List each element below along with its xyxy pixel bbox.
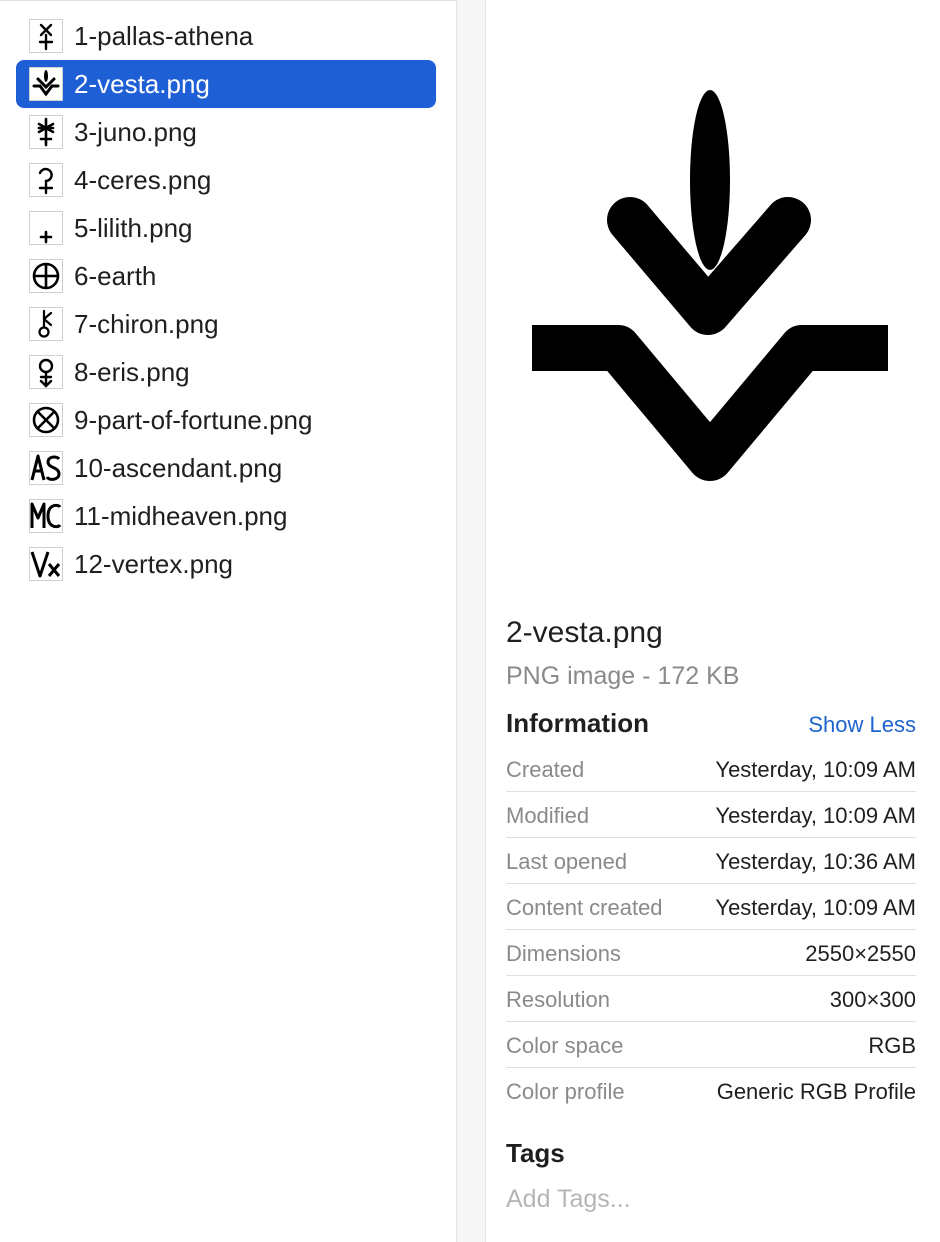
file-row-5-lilith[interactable]: 5-lilith.png <box>16 204 436 252</box>
file-name: 6-earth <box>74 261 157 291</box>
file-list: 1-pallas-athena 2-vesta.png 3-juno.png 4… <box>0 0 456 1242</box>
chiron-glyph-icon <box>29 307 63 341</box>
info-label: Dimensions <box>506 941 621 966</box>
info-value: Yesterday, 10:09 AM <box>715 895 916 920</box>
file-name: 10-ascendant.png <box>74 453 283 483</box>
info-label: Color profile <box>506 1079 625 1104</box>
info-label: Modified <box>506 803 590 828</box>
pallas-athena-glyph-icon <box>29 19 63 53</box>
vesta-glyph-preview <box>530 80 892 500</box>
info-label: Resolution <box>506 987 610 1012</box>
file-row-11-midheaven[interactable]: 11-midheaven.png <box>16 492 436 540</box>
info-value: Yesterday, 10:36 AM <box>715 849 916 874</box>
info-label: Last opened <box>506 849 628 874</box>
ceres-glyph-icon <box>29 163 63 197</box>
file-name: 1-pallas-athena <box>74 21 254 51</box>
information-title: Information <box>506 708 649 738</box>
preview-file-kind: PNG image - 172 KB <box>506 662 740 690</box>
information-header: Information Show Less <box>506 708 916 744</box>
juno-glyph-icon <box>29 115 63 149</box>
info-label: Created <box>506 757 585 782</box>
file-name: 9-part-of-fortune.png <box>74 405 313 435</box>
file-row-10-ascendant[interactable]: 10-ascendant.png <box>16 444 436 492</box>
file-name: 3-juno.png <box>74 117 197 147</box>
file-name: 7-chiron.png <box>74 309 219 339</box>
file-row-3-juno[interactable]: 3-juno.png <box>16 108 436 156</box>
info-value: Yesterday, 10:09 AM <box>715 757 916 782</box>
info-value: Yesterday, 10:09 AM <box>715 803 916 828</box>
file-row-1-pallas-athena[interactable]: 1-pallas-athena <box>16 12 436 60</box>
midheaven-glyph-icon <box>29 499 63 533</box>
info-value: RGB <box>868 1033 916 1058</box>
column-divider[interactable] <box>456 0 486 1242</box>
earth-glyph-icon <box>29 259 63 293</box>
show-less-button[interactable]: Show Less <box>808 712 916 738</box>
file-name: 5-lilith.png <box>74 213 193 243</box>
file-row-6-earth[interactable]: 6-earth <box>16 252 436 300</box>
vesta-glyph-icon <box>29 67 63 101</box>
info-label: Color space <box>506 1033 624 1058</box>
tags-title: Tags <box>506 1138 565 1168</box>
info-row-color-space: Color space RGB <box>506 1022 916 1068</box>
file-name: 2-vesta.png <box>74 69 210 99</box>
file-row-2-vesta[interactable]: 2-vesta.png <box>16 60 436 108</box>
info-row-color-profile: Color profile Generic RGB Profile <box>506 1068 916 1114</box>
preview-file-name: 2-vesta.png <box>506 616 663 649</box>
file-name: 4-ceres.png <box>74 165 212 195</box>
info-row-created: Created Yesterday, 10:09 AM <box>506 746 916 792</box>
preview-pane: 2-vesta.png PNG image - 172 KB Informati… <box>486 0 940 1242</box>
info-row-dimensions: Dimensions 2550×2550 <box>506 930 916 976</box>
info-row-content-created: Content created Yesterday, 10:09 AM <box>506 884 916 930</box>
info-value: 2550×2550 <box>805 941 916 966</box>
info-row-resolution: Resolution 300×300 <box>506 976 916 1022</box>
file-name: 12-vertex.png <box>74 549 233 579</box>
file-row-8-eris[interactable]: 8-eris.png <box>16 348 436 396</box>
file-name: 11-midheaven.png <box>74 501 288 531</box>
file-name: 8-eris.png <box>74 357 190 387</box>
information-table: Created Yesterday, 10:09 AM Modified Yes… <box>506 746 916 1114</box>
part-of-fortune-glyph-icon <box>29 403 63 437</box>
add-tags-input[interactable] <box>506 1182 886 1216</box>
info-row-modified: Modified Yesterday, 10:09 AM <box>506 792 916 838</box>
file-row-12-vertex[interactable]: 12-vertex.png <box>16 540 436 588</box>
lilith-glyph-icon <box>29 211 63 245</box>
file-row-4-ceres[interactable]: 4-ceres.png <box>16 156 436 204</box>
info-row-last-opened: Last opened Yesterday, 10:36 AM <box>506 838 916 884</box>
info-value: 300×300 <box>829 987 916 1012</box>
vertex-glyph-icon <box>29 547 63 581</box>
info-value: Generic RGB Profile <box>716 1079 916 1104</box>
eris-glyph-icon <box>29 355 63 389</box>
info-label: Content created <box>506 895 663 920</box>
file-row-9-part-of-fortune[interactable]: 9-part-of-fortune.png <box>16 396 436 444</box>
ascendant-glyph-icon <box>29 451 63 485</box>
file-row-7-chiron[interactable]: 7-chiron.png <box>16 300 436 348</box>
